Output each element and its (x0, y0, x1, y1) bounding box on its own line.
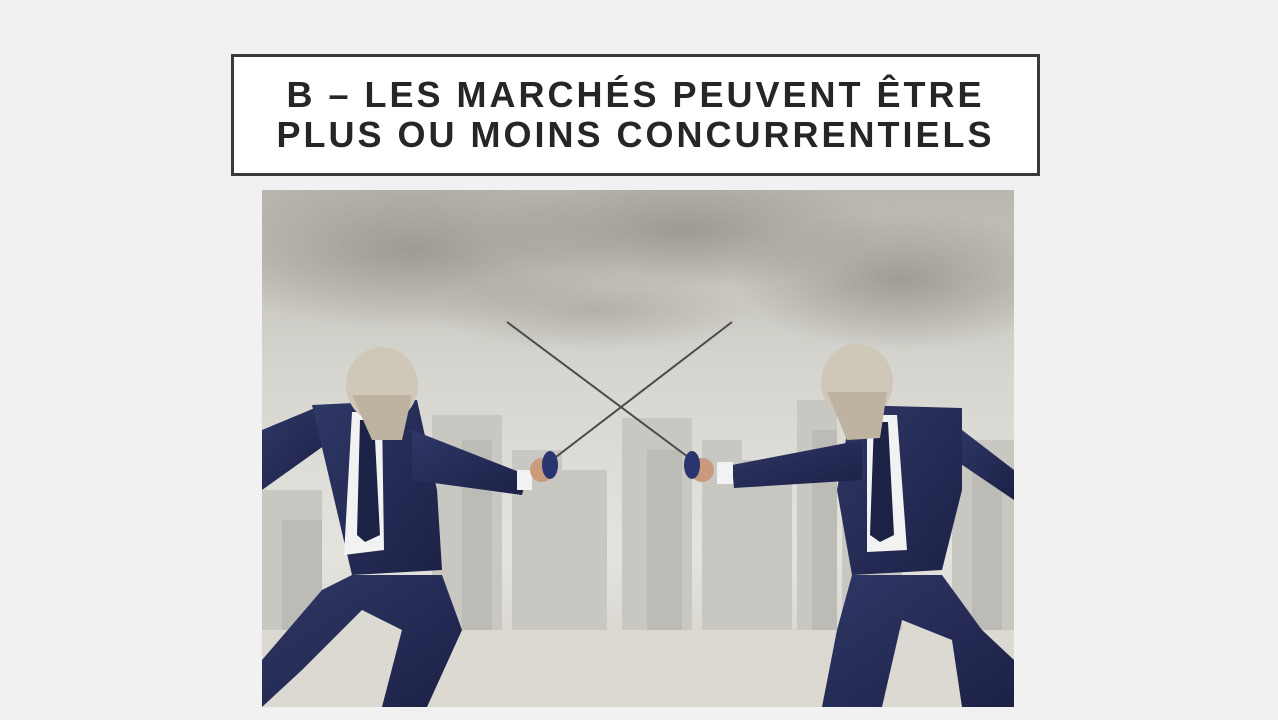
cloud (432, 270, 752, 350)
slide-title-line-1: B – LES MARCHÉS PEUVENT ÊTRE (286, 74, 985, 115)
slide-title-line-2: PLUS OU MOINS CONCURRENTIELS (276, 114, 995, 155)
ground (262, 630, 1014, 707)
fencing-businessmen-photo (262, 190, 1014, 707)
fencing-illustration (262, 190, 1014, 707)
slide: B – LES MARCHÉS PEUVENT ÊTRE PLUS OU MOI… (0, 0, 1278, 720)
slide-title-box: B – LES MARCHÉS PEUVENT ÊTRE PLUS OU MOI… (231, 54, 1040, 176)
